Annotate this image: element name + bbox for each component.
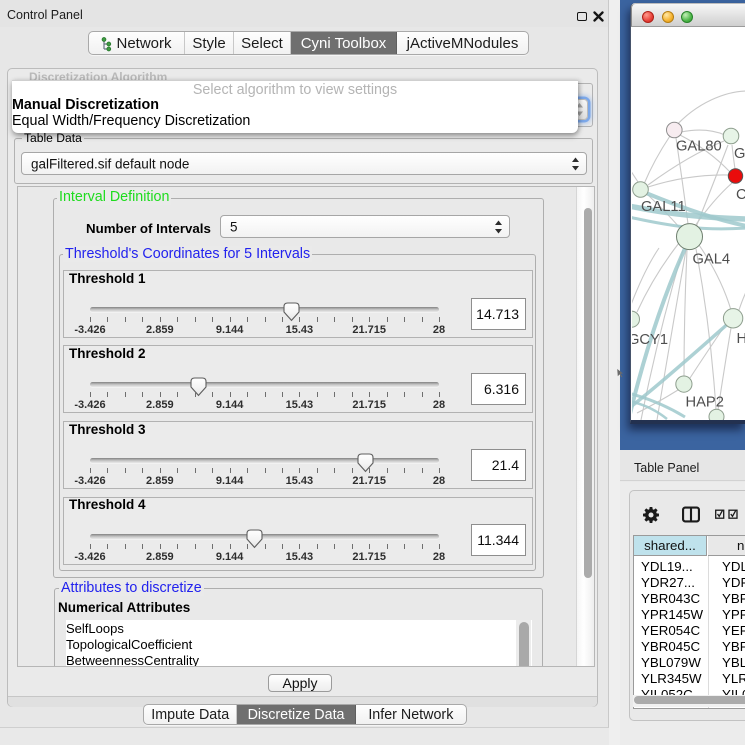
svg-text:GAL4: GAL4 bbox=[693, 252, 731, 268]
svg-text:C: C bbox=[736, 187, 745, 203]
svg-text:G: G bbox=[734, 146, 745, 162]
svg-text:GAL11: GAL11 bbox=[641, 199, 686, 215]
svg-text:GAL80: GAL80 bbox=[676, 139, 722, 155]
svg-text:HAP2: HAP2 bbox=[686, 395, 724, 411]
svg-text:H: H bbox=[737, 331, 745, 347]
svg-text:GCY1: GCY1 bbox=[632, 332, 668, 348]
